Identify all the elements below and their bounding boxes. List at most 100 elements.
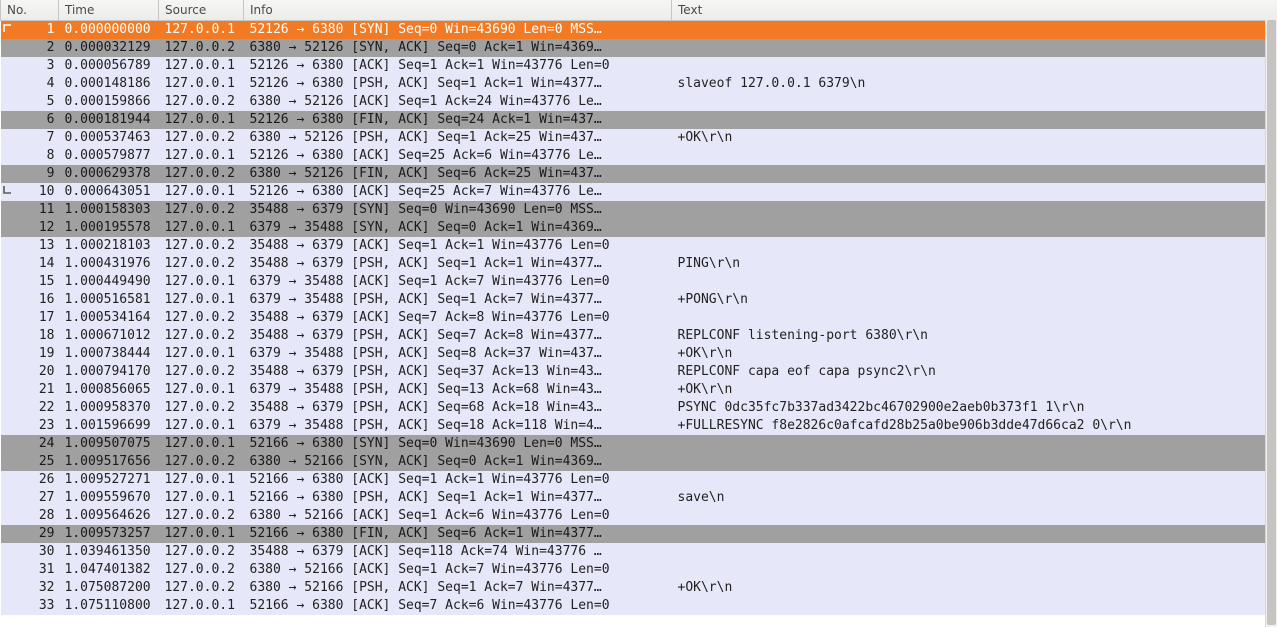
packet-list-table[interactable]: No. Time Source Info Text 10.00000000012… [0,0,1277,615]
cell-time: 0.000148186 [59,75,159,93]
cell-info: 52126 → 6380 [FIN, ACK] Seq=24 Ack=1 Win… [244,111,672,129]
table-row[interactable]: 80.000579877127.0.0.152126 → 6380 [ACK] … [1,147,1277,165]
table-row[interactable]: 171.000534164127.0.0.235488 → 6379 [ACK]… [1,309,1277,327]
cell-time: 1.000449490 [59,273,159,291]
cell-text [672,471,1277,489]
column-header-info[interactable]: Info [244,0,672,20]
cell-info: 6380 → 52166 [ACK] Seq=1 Ack=6 Win=43776… [244,507,672,525]
cell-time: 1.009507075 [59,435,159,453]
cell-time: 1.000738444 [59,345,159,363]
table-row[interactable]: 301.039461350127.0.0.235488 → 6379 [ACK]… [1,543,1277,561]
cell-text: PSYNC 0dc35fc7b337ad3422bc46702900e2aeb0… [672,399,1277,417]
cell-text [672,165,1277,183]
cell-no: 13 [1,237,59,255]
table-row[interactable]: 261.009527271127.0.0.152166 → 6380 [ACK]… [1,471,1277,489]
table-row[interactable]: 251.009517656127.0.0.26380 → 52166 [SYN,… [1,453,1277,471]
cell-text [672,219,1277,237]
cell-time: 1.039461350 [59,543,159,561]
column-header-time[interactable]: Time [59,0,159,20]
table-row[interactable]: 231.001596699127.0.0.16379 → 35488 [PSH,… [1,417,1277,435]
cell-no: 14 [1,255,59,273]
cell-no: 6 [1,111,59,129]
cell-source: 127.0.0.2 [159,39,244,57]
cell-time: 1.009564626 [59,507,159,525]
cell-text: +OK\r\n [672,345,1277,363]
column-header-source[interactable]: Source [159,0,244,20]
cell-source: 127.0.0.1 [159,183,244,201]
table-row[interactable]: 271.009559670127.0.0.152166 → 6380 [PSH,… [1,489,1277,507]
cell-source: 127.0.0.1 [159,291,244,309]
cell-text [672,183,1277,201]
cell-text [672,273,1277,291]
table-row[interactable]: 201.000794170127.0.0.235488 → 6379 [PSH,… [1,363,1277,381]
cell-source: 127.0.0.2 [159,363,244,381]
table-row[interactable]: 181.000671012127.0.0.235488 → 6379 [PSH,… [1,327,1277,345]
scrollbar-thumb[interactable] [1267,20,1276,625]
cell-no: 33 [1,597,59,615]
cell-text [672,597,1277,615]
table-row[interactable]: 311.047401382127.0.0.26380 → 52166 [ACK]… [1,561,1277,579]
table-row[interactable]: 90.000629378127.0.0.26380 → 52126 [FIN, … [1,165,1277,183]
cell-source: 127.0.0.2 [159,165,244,183]
table-row[interactable]: 131.000218103127.0.0.235488 → 6379 [ACK]… [1,237,1277,255]
cell-text [672,39,1277,57]
cell-source: 127.0.0.2 [159,507,244,525]
column-header-no[interactable]: No. [1,0,59,20]
cell-source: 127.0.0.1 [159,525,244,543]
table-row[interactable]: 10.000000000127.0.0.152126 → 6380 [SYN] … [1,20,1277,39]
table-row[interactable]: 70.000537463127.0.0.26380 → 52126 [PSH, … [1,129,1277,147]
cell-text: PING\r\n [672,255,1277,273]
cell-text: save\n [672,489,1277,507]
cell-text: +OK\r\n [672,381,1277,399]
cell-no: 27 [1,489,59,507]
table-row[interactable]: 211.000856065127.0.0.16379 → 35488 [PSH,… [1,381,1277,399]
table-row[interactable]: 50.000159866127.0.0.26380 → 52126 [ACK] … [1,93,1277,111]
table-row[interactable]: 40.000148186127.0.0.152126 → 6380 [PSH, … [1,75,1277,93]
cell-source: 127.0.0.2 [159,399,244,417]
table-row[interactable]: 281.009564626127.0.0.26380 → 52166 [ACK]… [1,507,1277,525]
cell-no: 32 [1,579,59,597]
table-row[interactable]: 100.000643051127.0.0.152126 → 6380 [ACK]… [1,183,1277,201]
cell-info: 35488 → 6379 [ACK] Seq=118 Ack=74 Win=43… [244,543,672,561]
packet-list-body[interactable]: 10.000000000127.0.0.152126 → 6380 [SYN] … [1,20,1277,615]
cell-info: 52166 → 6380 [ACK] Seq=1 Ack=1 Win=43776… [244,471,672,489]
cell-info: 6379 → 35488 [PSH, ACK] Seq=8 Ack=37 Win… [244,345,672,363]
cell-time: 0.000056789 [59,57,159,75]
column-header-row[interactable]: No. Time Source Info Text [1,0,1277,20]
table-row[interactable]: 291.009573257127.0.0.152166 → 6380 [FIN,… [1,525,1277,543]
table-row[interactable]: 151.000449490127.0.0.16379 → 35488 [ACK]… [1,273,1277,291]
cell-time: 0.000032129 [59,39,159,57]
cell-text [672,525,1277,543]
cell-time: 1.009559670 [59,489,159,507]
table-row[interactable]: 331.075110800127.0.0.152166 → 6380 [ACK]… [1,597,1277,615]
cell-source: 127.0.0.1 [159,111,244,129]
table-row[interactable]: 121.000195578127.0.0.16379 → 35488 [SYN,… [1,219,1277,237]
cell-text [672,20,1277,39]
cell-source: 127.0.0.1 [159,273,244,291]
cell-time: 1.075110800 [59,597,159,615]
table-row[interactable]: 161.000516581127.0.0.16379 → 35488 [PSH,… [1,291,1277,309]
vertical-scrollbar[interactable] [1265,20,1277,627]
cell-info: 35488 → 6379 [ACK] Seq=1 Ack=1 Win=43776… [244,237,672,255]
table-row[interactable]: 111.000158303127.0.0.235488 → 6379 [SYN]… [1,201,1277,219]
table-row[interactable]: 20.000032129127.0.0.26380 → 52126 [SYN, … [1,39,1277,57]
cell-no: 8 [1,147,59,165]
table-row[interactable]: 30.000056789127.0.0.152126 → 6380 [ACK] … [1,57,1277,75]
cell-time: 1.000431976 [59,255,159,273]
table-row[interactable]: 60.000181944127.0.0.152126 → 6380 [FIN, … [1,111,1277,129]
cell-no: 29 [1,525,59,543]
cell-text: +OK\r\n [672,579,1277,597]
table-row[interactable]: 241.009507075127.0.0.152166 → 6380 [SYN]… [1,435,1277,453]
table-row[interactable]: 191.000738444127.0.0.16379 → 35488 [PSH,… [1,345,1277,363]
cell-source: 127.0.0.1 [159,345,244,363]
cell-source: 127.0.0.2 [159,255,244,273]
table-row[interactable]: 221.000958370127.0.0.235488 → 6379 [PSH,… [1,399,1277,417]
cell-time: 1.000516581 [59,291,159,309]
cell-info: 52126 → 6380 [ACK] Seq=25 Ack=7 Win=4377… [244,183,672,201]
cell-time: 0.000579877 [59,147,159,165]
table-row[interactable]: 321.075087200127.0.0.26380 → 52166 [PSH,… [1,579,1277,597]
column-header-text[interactable]: Text [672,0,1277,20]
cell-no: 1 [1,20,59,39]
cell-source: 127.0.0.2 [159,543,244,561]
table-row[interactable]: 141.000431976127.0.0.235488 → 6379 [PSH,… [1,255,1277,273]
